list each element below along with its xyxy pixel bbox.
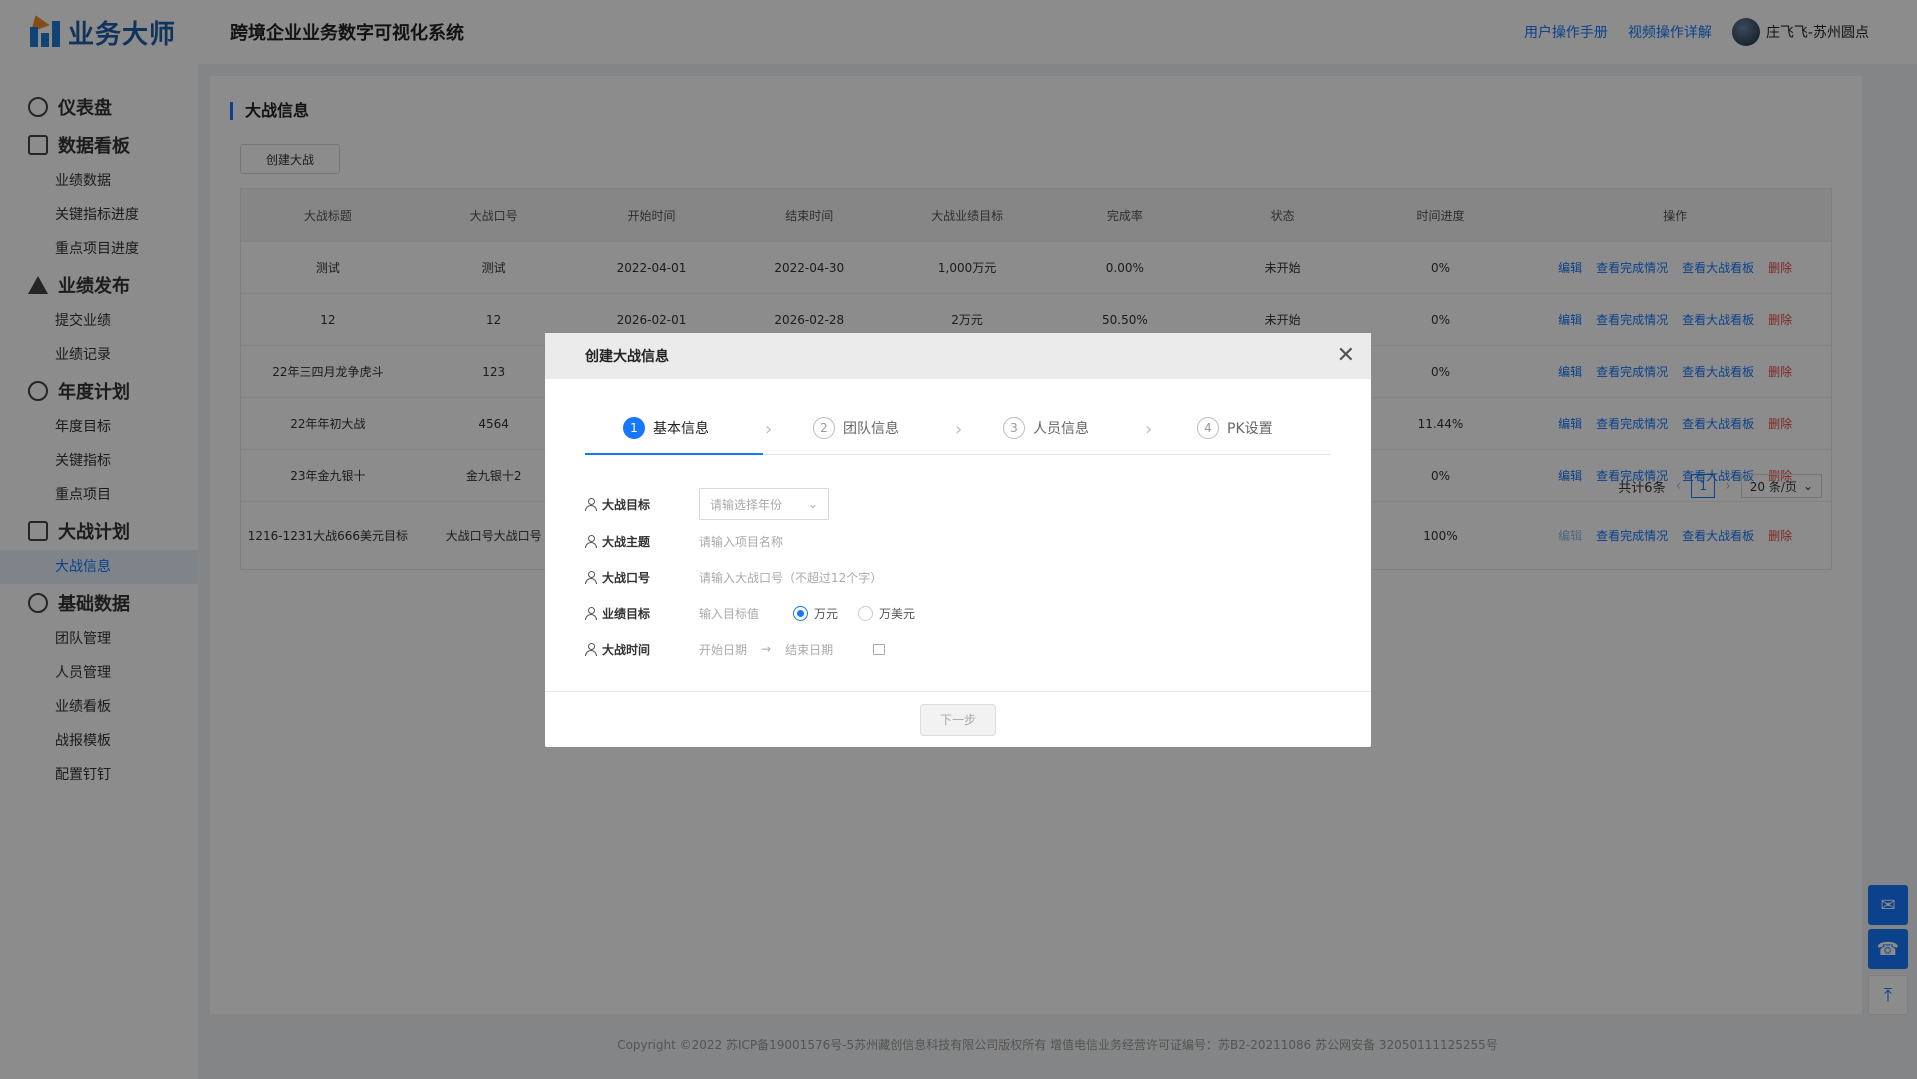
start-date-input[interactable]: 开始日期: [699, 641, 747, 658]
active-step-underline: [585, 453, 763, 455]
radio-checked-icon: [793, 605, 809, 621]
unit-rmb-radio[interactable]: 万元: [793, 605, 838, 622]
unit-usd-radio[interactable]: 万美元: [858, 605, 915, 622]
person-icon: [585, 498, 597, 511]
slogan-input[interactable]: 请输入大战口号（不超过12个字）: [699, 569, 882, 586]
step-team-info[interactable]: 2 团队信息: [813, 417, 899, 439]
step-pk-settings[interactable]: 4 PK设置: [1197, 417, 1273, 439]
field-label-text: 大战目标: [602, 497, 651, 512]
theme-input[interactable]: 请输入项目名称: [699, 533, 783, 550]
calendar-icon: [873, 643, 886, 655]
chevron-right-icon: ›: [1145, 419, 1153, 440]
field-label-text: 大战口号: [602, 570, 651, 585]
modal-header: 创建大战信息 ✕: [545, 333, 1371, 379]
chevron-down-icon: ⌄: [807, 497, 818, 511]
field-label-text: 业绩目标: [602, 606, 651, 621]
step-label: PK设置: [1227, 421, 1273, 437]
radio-label: 万元: [814, 606, 839, 621]
step-staff-info[interactable]: 3 人员信息: [1003, 417, 1089, 439]
person-icon: [585, 535, 597, 548]
person-icon: [585, 607, 597, 620]
step-number: 2: [813, 417, 835, 439]
chevron-right-icon: ›: [955, 419, 963, 440]
field-label-text: 大战主题: [602, 534, 651, 549]
person-icon: [585, 571, 597, 584]
step-number: 4: [1197, 417, 1219, 439]
form-row-time: 大战时间 开始日期 → 结束日期: [585, 631, 915, 667]
step-label: 基本信息: [653, 421, 709, 437]
next-step-button[interactable]: 下一步: [920, 703, 996, 736]
modal-title: 创建大战信息: [585, 349, 669, 365]
chevron-right-icon: ›: [765, 419, 773, 440]
steps-bar: 1 基本信息 › 2 团队信息 › 3 人员信息 › 4 PK设置: [585, 405, 1331, 455]
arrow-right-icon: →: [761, 642, 772, 656]
year-select[interactable]: 请输选择年份 ⌄: [699, 488, 829, 520]
person-icon: [585, 643, 597, 656]
field-label: 大战时间: [585, 641, 699, 658]
form-row-perf: 业绩目标 输入目标值 万元 万美元: [585, 595, 915, 631]
step-number: 1: [623, 417, 645, 439]
field-label: 大战目标: [585, 496, 699, 513]
perf-target-input[interactable]: 输入目标值: [699, 605, 759, 622]
year-select-placeholder: 请输选择年份: [710, 497, 783, 512]
step-basic-info[interactable]: 1 基本信息: [623, 417, 709, 439]
field-label: 业绩目标: [585, 605, 699, 622]
step-label: 团队信息: [843, 421, 899, 437]
date-range-picker[interactable]: 开始日期 → 结束日期: [699, 641, 886, 658]
radio-label: 万美元: [879, 606, 916, 621]
create-battle-modal: 创建大战信息 ✕ 1 基本信息 › 2 团队信息 › 3 人员信息 › 4 PK设置 大…: [545, 333, 1371, 747]
field-label: 大战主题: [585, 533, 699, 550]
form-row-slogan: 大战口号 请输入大战口号（不超过12个字）: [585, 559, 915, 595]
radio-unchecked-icon: [858, 605, 874, 621]
form-row-theme: 大战主题 请输入项目名称: [585, 523, 915, 559]
field-label-text: 大战时间: [602, 642, 651, 657]
step-number: 3: [1003, 417, 1025, 439]
basic-info-form: 大战目标 请输选择年份 ⌄ 大战主题 请输入项目名称 大战口号 请输入大战口号（不…: [585, 485, 915, 667]
modal-footer: 下一步: [545, 691, 1371, 747]
field-label: 大战口号: [585, 569, 699, 586]
close-icon[interactable]: ✕: [1337, 343, 1355, 368]
end-date-input[interactable]: 结束日期: [785, 641, 833, 658]
step-label: 人员信息: [1033, 421, 1089, 437]
form-row-target: 大战目标 请输选择年份 ⌄: [585, 485, 915, 523]
